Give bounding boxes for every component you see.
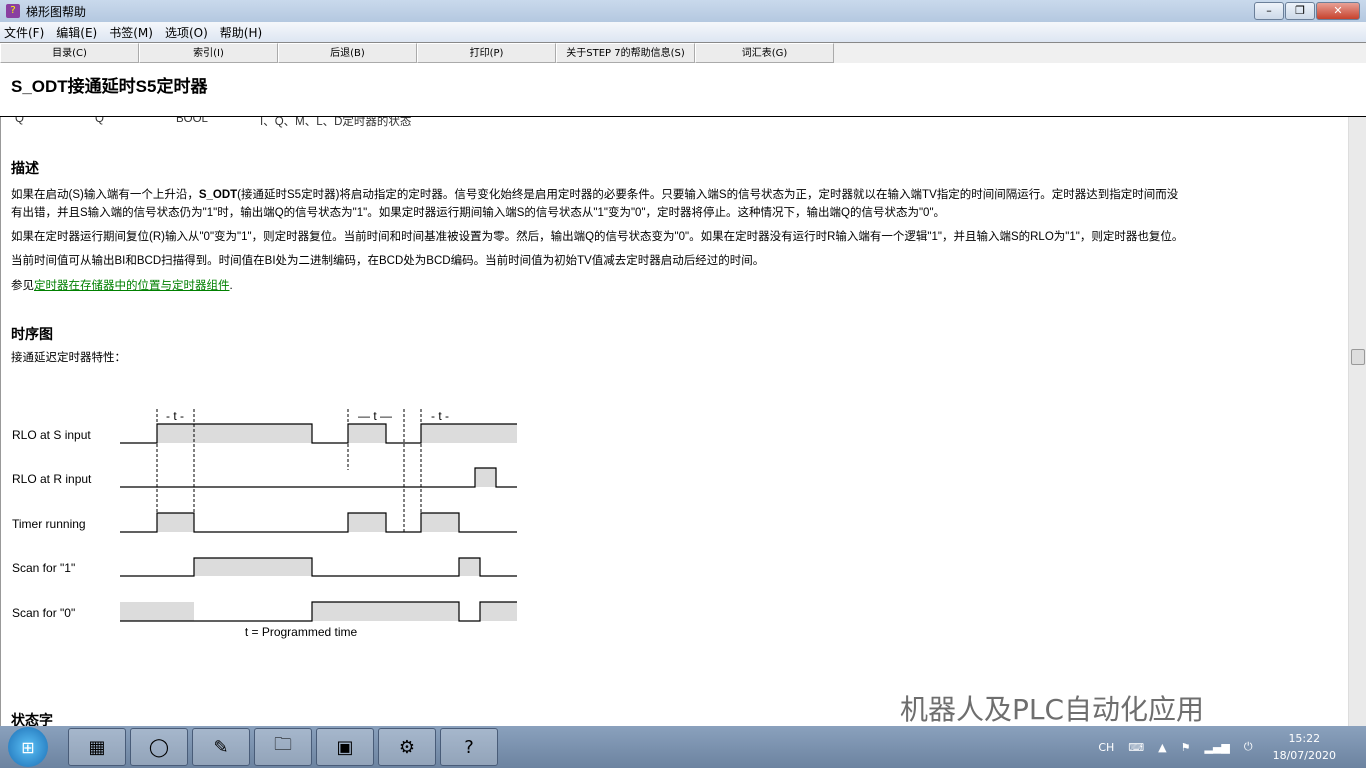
system-tray: CH ⌨ ▲ ⚑ ▂▄▆ ⏻ 15:22 18/07/2020 — [1084, 726, 1336, 768]
t-label: — t — — [358, 409, 392, 423]
t-label: - t - — [431, 409, 449, 423]
action-center-flag-icon[interactable]: ⚑ — [1181, 741, 1191, 754]
scan1-high — [194, 558, 312, 576]
t-label: - t - — [166, 409, 184, 423]
footnote: t = Programmed time — [245, 625, 358, 639]
s-high — [421, 424, 517, 443]
r-signal — [120, 467, 517, 488]
timer-high — [421, 513, 459, 532]
timer-high — [348, 513, 386, 532]
browser-icon[interactable]: ◯ — [130, 728, 188, 766]
calculator-icon[interactable]: ▦ — [68, 728, 126, 766]
scan0-high — [480, 602, 517, 621]
row-label: Timer running — [12, 517, 86, 531]
scan0-high — [312, 602, 459, 621]
simatic-icon[interactable]: ⚙ — [378, 728, 436, 766]
start-button[interactable]: ⊞ — [8, 727, 48, 767]
row-label: RLO at R input — [12, 472, 92, 486]
s-high — [348, 424, 386, 443]
scan0-high — [120, 602, 194, 621]
taskbar: ⊞ ▦ ◯ ✎ 🗀 ▣ ⚙ ? CH ⌨ ▲ ⚑ ▂▄▆ ⏻ 15:22 18/0… — [0, 726, 1366, 768]
maximize-button[interactable]: ❐ — [1285, 2, 1315, 20]
watermark: 机器人及PLC自动化应用 — [900, 693, 1205, 726]
paint-icon[interactable]: ✎ — [192, 728, 250, 766]
language-indicator[interactable]: CH — [1098, 741, 1114, 754]
scan1-signal — [120, 557, 517, 577]
folder-icon[interactable]: 🗀 — [254, 728, 312, 766]
clock[interactable]: 15:22 18/07/2020 — [1273, 730, 1336, 764]
minimize-button[interactable]: – — [1254, 2, 1284, 20]
power-icon[interactable]: ⏻ — [1244, 740, 1253, 754]
help-book-icon[interactable]: ? — [440, 728, 498, 766]
glossary-button[interactable]: 词汇表(G) — [695, 43, 834, 63]
show-hidden-icons[interactable]: ▲ — [1158, 741, 1166, 754]
s-high — [157, 424, 312, 443]
timer-high — [157, 513, 194, 532]
vertical-scrollbar[interactable] — [1348, 117, 1366, 726]
close-button[interactable]: ✕ — [1316, 2, 1360, 20]
row-label: RLO at S input — [12, 428, 91, 442]
about-step7-button[interactable]: 关于STEP 7的帮助信息(S) — [556, 43, 695, 63]
keyboard-icon[interactable]: ⌨ — [1128, 741, 1144, 754]
status-word-heading: 状态字 — [11, 713, 53, 726]
timing-diagram: RLO at S input RLO at R input Timer runn… — [12, 409, 517, 639]
scrollbar-thumb[interactable] — [1351, 349, 1365, 365]
row-label: Scan for "1" — [12, 561, 75, 575]
presentation-icon[interactable]: ▣ — [316, 728, 374, 766]
scan1-high — [459, 558, 480, 576]
row-label: Scan for "0" — [12, 606, 75, 620]
signal-icon[interactable]: ▂▄▆ — [1205, 741, 1230, 754]
r-high — [475, 468, 496, 487]
